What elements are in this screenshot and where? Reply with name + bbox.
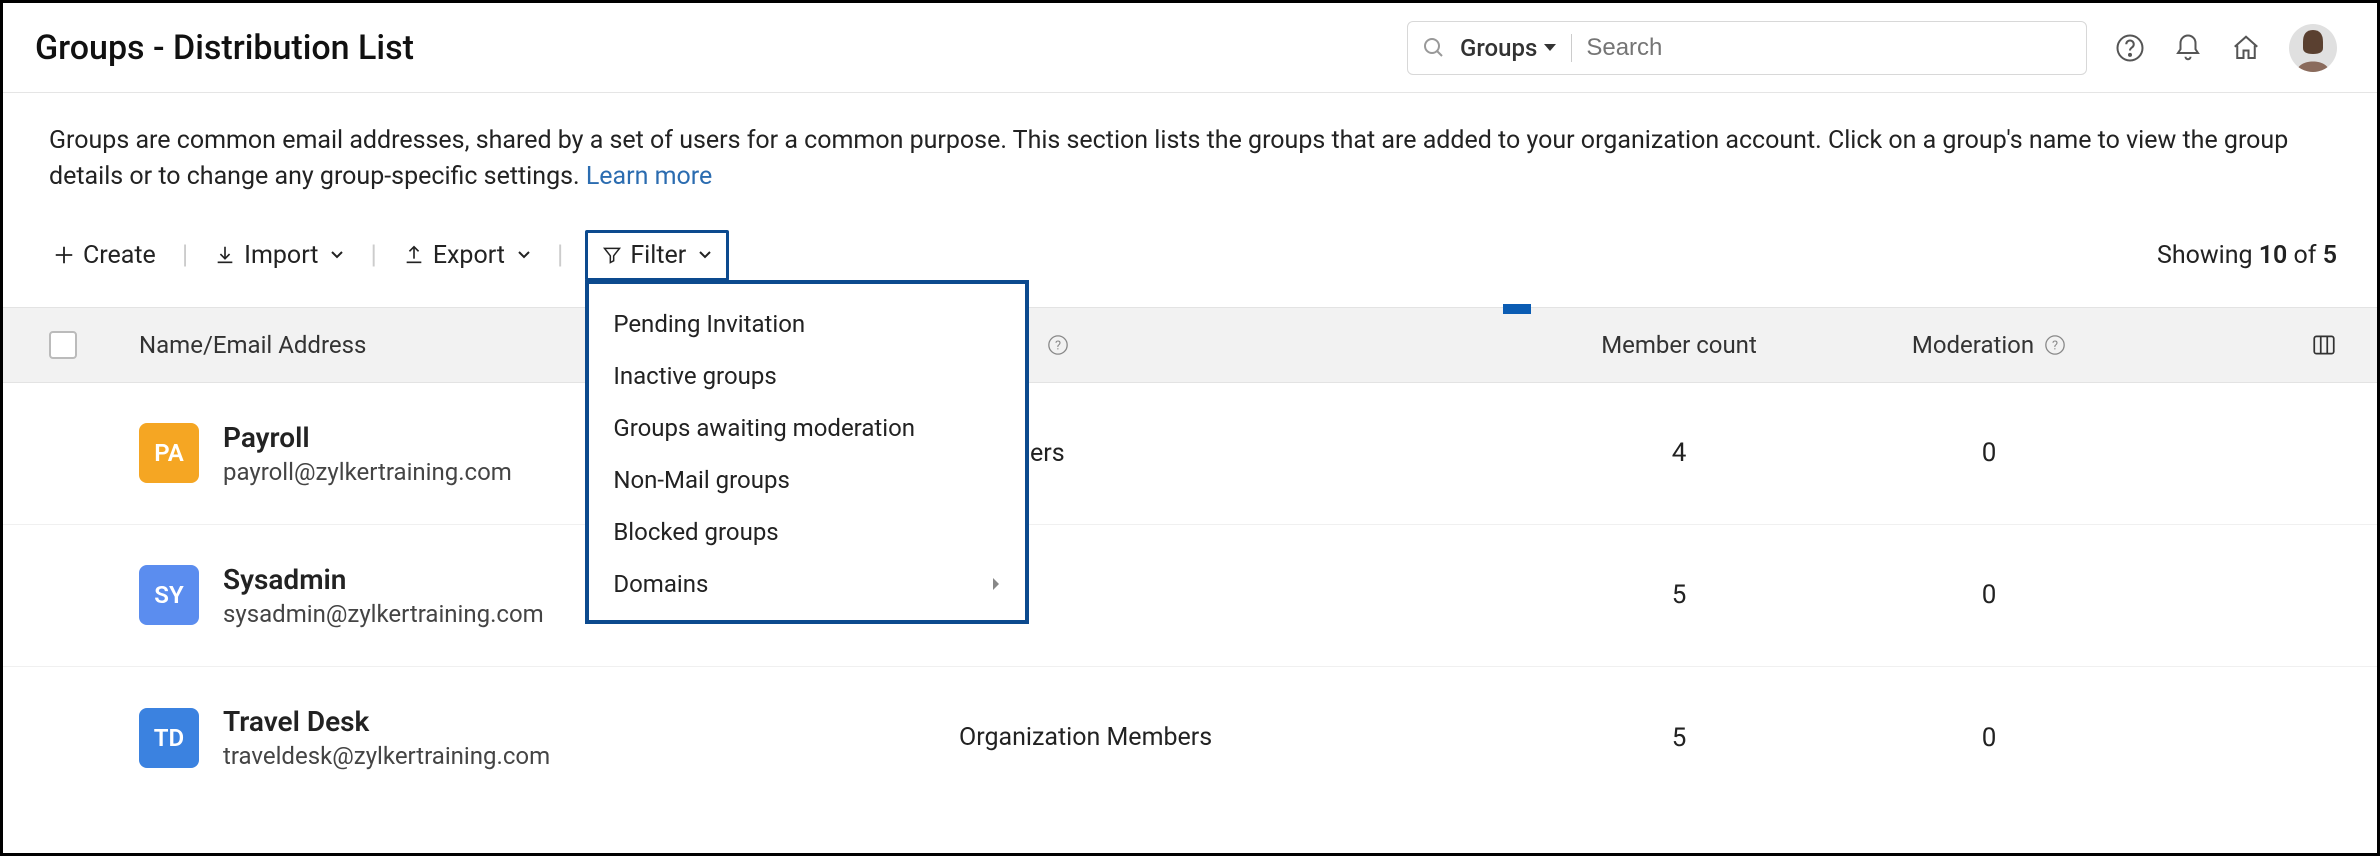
col-moderation-label: Moderation (1912, 331, 2034, 359)
filter-menu-label: Pending Invitation (613, 310, 805, 338)
showing-prefix: Showing (2157, 241, 2259, 270)
row-access-cell: Members (959, 439, 1519, 468)
group-badge: PA (139, 423, 199, 483)
table-header: Name/Email Address Access ? Member count… (3, 307, 2377, 383)
separator: | (370, 240, 376, 270)
filter-menu-item[interactable]: Domains (589, 558, 1025, 610)
import-label: Import (244, 241, 318, 270)
page-title: Groups - Distribution List (35, 28, 414, 68)
download-icon (214, 244, 236, 266)
table-row[interactable]: SY Sysadmin sysadmin@zylkertraining.com … (3, 525, 2377, 667)
help-icon[interactable]: ? (1047, 334, 1069, 356)
filter-button[interactable]: Filter (585, 230, 729, 281)
table-row[interactable]: PA Payroll payroll@zylkertraining.com Me… (3, 383, 2377, 525)
upload-icon (403, 244, 425, 266)
intro-body: Groups are common email addresses, share… (49, 126, 2288, 191)
col-settings (2139, 332, 2337, 358)
search-scope-selector[interactable]: Groups (1460, 34, 1572, 62)
group-name[interactable]: Payroll (223, 421, 512, 454)
chevron-down-icon (517, 250, 531, 260)
submenu-arrow-icon (991, 577, 1001, 591)
filter-menu-label: Inactive groups (613, 362, 776, 390)
columns-config-icon[interactable] (2311, 332, 2337, 358)
header-right: Groups (1407, 21, 2337, 75)
svg-text:?: ? (1055, 338, 1061, 353)
row-member-count-cell: 4 (1519, 438, 1839, 468)
toolbar: Create | Import | Export | Filter (3, 204, 2377, 307)
group-name[interactable]: Travel Desk (223, 705, 550, 738)
showing-of: of (2287, 241, 2322, 270)
filter-wrapper: Filter Pending InvitationInactive groups… (585, 230, 729, 281)
group-name-block: Sysadmin sysadmin@zylkertraining.com (223, 563, 544, 628)
showing-count: Showing 10 of 5 (2157, 241, 2337, 270)
create-button[interactable]: Create (49, 235, 160, 276)
search-input[interactable] (1586, 34, 2072, 62)
separator: | (557, 240, 563, 270)
row-moderation-cell: 0 (1839, 438, 2139, 468)
export-button[interactable]: Export (399, 235, 535, 276)
table-row[interactable]: TD Travel Desk traveldesk@zylkertraining… (3, 667, 2377, 809)
search-icon (1422, 36, 1446, 60)
learn-more-link[interactable]: Learn more (586, 162, 712, 191)
caret-down-icon (1543, 43, 1557, 53)
group-badge: SY (139, 565, 199, 625)
col-member-count-header[interactable]: Member count (1519, 331, 1839, 359)
group-email: payroll@zylkertraining.com (223, 458, 512, 486)
intro-text: Groups are common email addresses, share… (3, 93, 2377, 204)
showing-num: 10 (2259, 241, 2288, 270)
table-body: PA Payroll payroll@zylkertraining.com Me… (3, 383, 2377, 809)
group-email: sysadmin@zylkertraining.com (223, 600, 544, 628)
filter-menu-label: Groups awaiting moderation (613, 414, 915, 442)
group-name[interactable]: Sysadmin (223, 563, 544, 596)
funnel-icon (602, 245, 622, 265)
search-box[interactable]: Groups (1407, 21, 2087, 75)
import-button[interactable]: Import (210, 235, 348, 276)
filter-label: Filter (630, 241, 686, 270)
separator: | (182, 240, 188, 270)
row-member-count-cell: 5 (1519, 723, 1839, 753)
group-name-block: Payroll payroll@zylkertraining.com (223, 421, 512, 486)
col-access-header[interactable]: Access ? (959, 331, 1519, 359)
plus-icon (53, 244, 75, 266)
row-access-cell: Organization Members (959, 723, 1519, 752)
filter-menu-item[interactable]: Inactive groups (589, 350, 1025, 402)
row-member-count-cell: 5 (1519, 580, 1839, 610)
col-moderation-header[interactable]: Moderation ? (1839, 331, 2139, 359)
filter-menu-item[interactable]: Pending Invitation (589, 298, 1025, 350)
svg-text:?: ? (2052, 338, 2058, 353)
help-icon[interactable]: ? (2044, 334, 2066, 356)
chevron-down-icon (330, 250, 344, 260)
home-icon[interactable] (2231, 33, 2261, 63)
bell-icon[interactable] (2173, 33, 2203, 63)
export-label: Export (433, 241, 505, 270)
filter-menu-label: Domains (613, 570, 708, 598)
filter-menu-label: Non-Mail groups (613, 466, 789, 494)
chevron-down-icon (698, 250, 712, 260)
filter-menu-item[interactable]: Groups awaiting moderation (589, 402, 1025, 454)
filter-menu-label: Blocked groups (613, 518, 778, 546)
filter-menu: Pending Invitation Inactive groups Groups … (585, 280, 1029, 624)
avatar[interactable] (2289, 24, 2337, 72)
app-header: Groups - Distribution List Groups (3, 3, 2377, 93)
group-email: traveldesk@zylkertraining.com (223, 742, 550, 770)
create-label: Create (83, 241, 156, 270)
sort-indicator (1503, 304, 1531, 314)
select-all-checkbox[interactable] (49, 331, 77, 359)
filter-menu-item[interactable]: Blocked groups (589, 506, 1025, 558)
help-icon[interactable] (2115, 33, 2145, 63)
row-moderation-cell: 0 (1839, 723, 2139, 753)
filter-menu-item[interactable]: Non-Mail groups (589, 454, 1025, 506)
col-checkbox (49, 331, 139, 359)
row-name-cell: TD Travel Desk traveldesk@zylkertraining… (139, 705, 959, 770)
group-badge: TD (139, 708, 199, 768)
group-name-block: Travel Desk traveldesk@zylkertraining.co… (223, 705, 550, 770)
row-moderation-cell: 0 (1839, 580, 2139, 610)
showing-total: 5 (2323, 241, 2337, 270)
search-scope-label: Groups (1460, 34, 1537, 62)
